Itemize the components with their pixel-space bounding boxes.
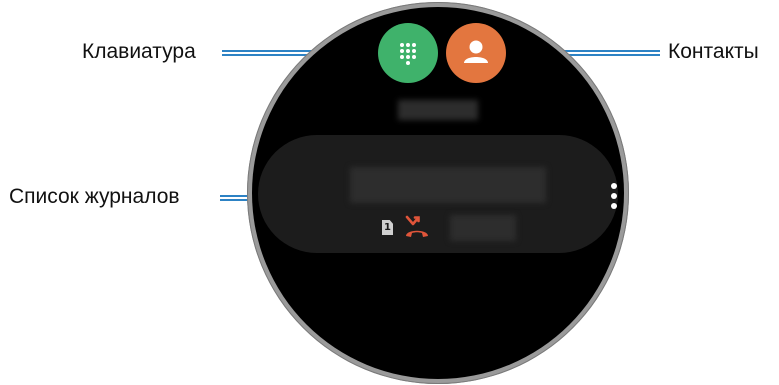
more-options-icon[interactable] [611, 183, 617, 213]
sim-slot-number: 1 [384, 222, 391, 233]
keypad-button[interactable] [378, 23, 438, 83]
more-dot [611, 183, 617, 189]
blurred-header-text [398, 100, 478, 120]
missed-call-icon [405, 215, 428, 237]
contacts-callout-label: Контакты [668, 40, 759, 63]
call-log-item[interactable] [258, 135, 618, 253]
watch-screen: 1 [252, 7, 624, 379]
contacts-button[interactable] [446, 23, 506, 83]
keypad-callout-label: Клавиатура [82, 40, 196, 63]
more-dot [611, 203, 617, 209]
blurred-contact-name [350, 167, 546, 203]
blurred-call-time [450, 215, 516, 241]
more-dot [611, 193, 617, 199]
dialpad-icon [400, 43, 416, 65]
logs-callout-label: Список журналов [9, 185, 180, 208]
person-icon [464, 40, 488, 63]
